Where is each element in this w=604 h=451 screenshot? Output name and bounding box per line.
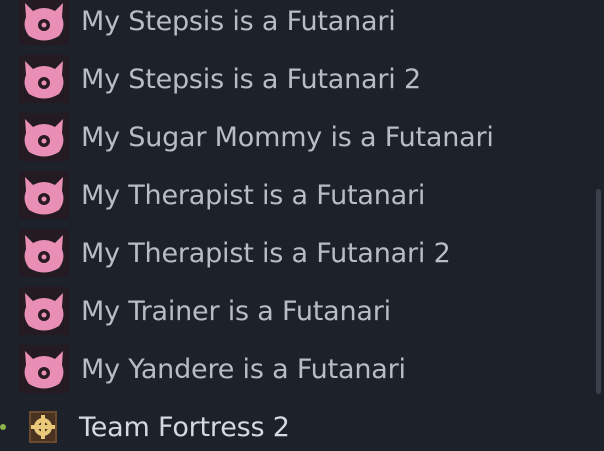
library-item-team-fortress-2[interactable]: Team Fortress 2 [0, 399, 590, 451]
scrollbar[interactable] [596, 189, 601, 394]
library-item-my-therapist-is-a-futanari[interactable]: My Therapist is a Futanari [0, 167, 590, 223]
library-item-my-stepsis-is-a-futanari-2[interactable]: My Stepsis is a Futanari 2 [0, 51, 590, 107]
pink-demon-icon [19, 345, 69, 393]
pink-demon-icon [19, 229, 69, 277]
library-item-label: My Yandere is a Futanari [81, 353, 406, 385]
pink-demon-icon [19, 0, 69, 45]
pink-demon-icon [19, 113, 69, 161]
library-item-label: My Trainer is a Futanari [81, 295, 391, 327]
library-item-my-sugar-mommy-is-a-futanari[interactable]: My Sugar Mommy is a Futanari [0, 109, 590, 165]
library-item-label: Team Fortress 2 [79, 411, 290, 443]
library-item-label: My Stepsis is a Futanari [81, 5, 396, 37]
pink-demon-icon [19, 287, 69, 335]
status-indicator-icon [0, 424, 6, 430]
game-library-list: My Stepsis is a Futanari My Stepsis is a… [0, 0, 604, 451]
library-item-label: My Therapist is a Futanari [81, 179, 426, 211]
library-item-my-therapist-is-a-futanari-2[interactable]: My Therapist is a Futanari 2 [0, 225, 590, 281]
library-item-my-yandere-is-a-futanari[interactable]: My Yandere is a Futanari [0, 341, 590, 397]
library-item-label: My Sugar Mommy is a Futanari [81, 121, 494, 153]
team-fortress-2-icon [29, 411, 57, 443]
library-item-label: My Stepsis is a Futanari 2 [81, 63, 421, 95]
pink-demon-icon [19, 55, 69, 103]
library-item-my-stepsis-is-a-futanari[interactable]: My Stepsis is a Futanari [0, 0, 590, 49]
library-item-label: My Therapist is a Futanari 2 [81, 237, 451, 269]
library-item-my-trainer-is-a-futanari[interactable]: My Trainer is a Futanari [0, 283, 590, 339]
pink-demon-icon [19, 171, 69, 219]
